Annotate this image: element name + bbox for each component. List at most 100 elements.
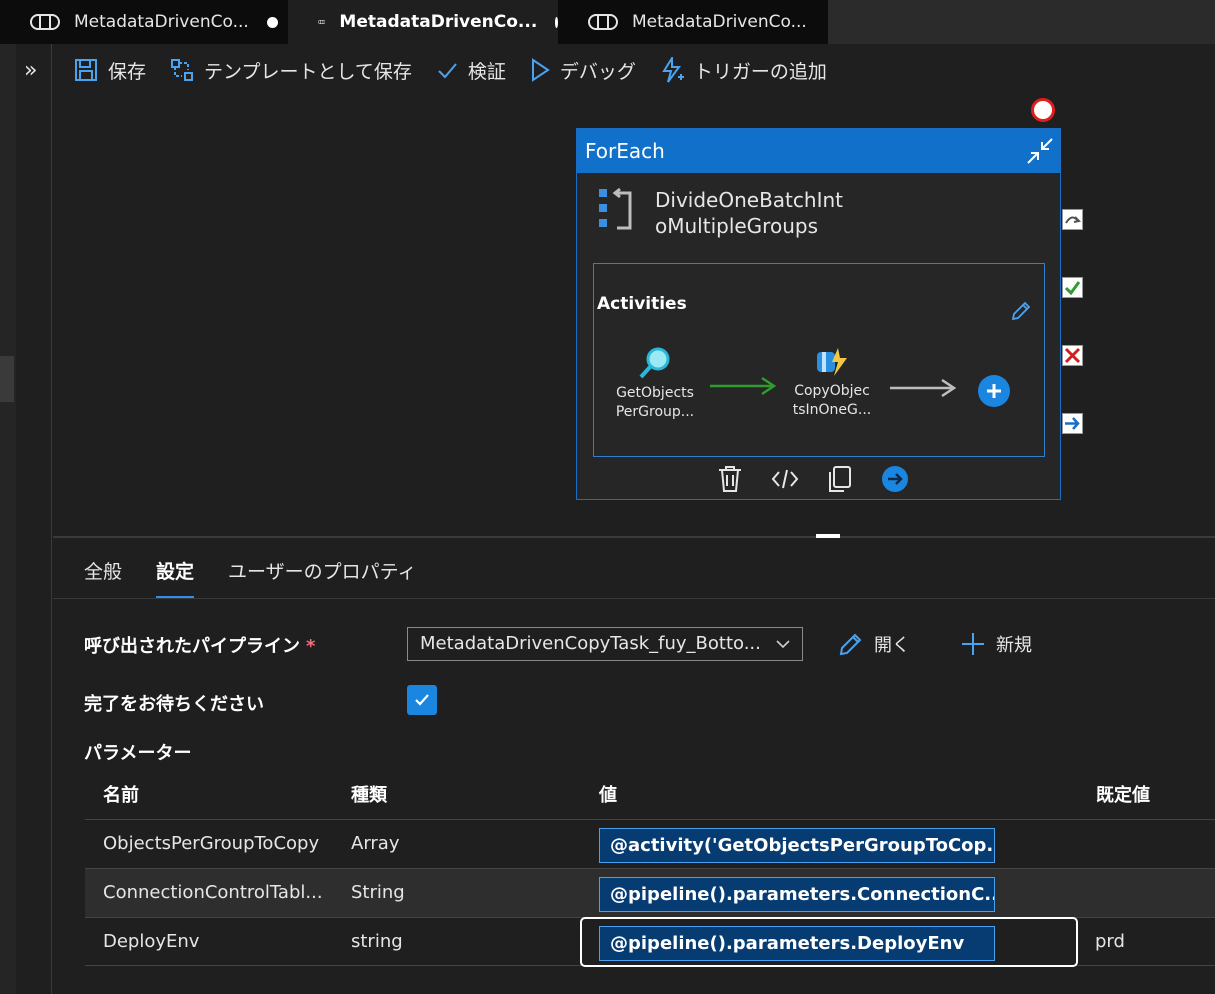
invoked-pipeline-value: MetadataDrivenCopyTask_fuy_Botto... xyxy=(420,633,761,654)
completion-port-icon[interactable] xyxy=(1062,413,1083,434)
play-icon xyxy=(531,58,550,82)
node-label-line-2: tsInOneG... xyxy=(792,402,872,418)
column-header-default: 既定値 xyxy=(1096,785,1150,806)
node-label-line-1: CopyObjec xyxy=(794,383,870,399)
column-header-name: 名前 xyxy=(103,785,139,806)
foreach-name-row: DivideOneBatchInt oMultipleGroups xyxy=(597,187,855,239)
new-pipeline-button[interactable]: 新規 xyxy=(960,631,1032,657)
delete-icon[interactable] xyxy=(717,465,743,493)
parameters-label: パラメーター xyxy=(84,743,192,764)
foreach-header: ForEach xyxy=(577,129,1060,173)
param-name: ConnectionControlTabl... xyxy=(103,882,323,903)
node-label-line-2: PerGroup... xyxy=(615,404,695,420)
required-mark: * xyxy=(306,636,316,657)
lookup-icon xyxy=(639,347,670,379)
execute-pipeline-icon xyxy=(817,348,847,376)
param-type: Array xyxy=(351,833,400,854)
success-port-icon[interactable] xyxy=(1062,277,1083,298)
param-value-input[interactable]: @activity('GetObjectsPerGroupToCop... xyxy=(599,828,995,863)
save-icon xyxy=(75,59,97,81)
pipeline-tab-1[interactable]: MetadataDrivenCo... xyxy=(0,0,288,44)
param-name: ObjectsPerGroupToCopy xyxy=(103,833,320,854)
tab-label: MetadataDrivenCo... xyxy=(339,12,538,32)
activity-actions xyxy=(717,465,937,493)
invoked-pipeline-label: 呼び出されたパイプライン * xyxy=(84,632,315,658)
activities-label: Activities xyxy=(597,294,687,314)
failure-port-icon[interactable] xyxy=(1062,345,1083,366)
code-icon[interactable] xyxy=(771,467,799,491)
activities-container[interactable]: Activities GetObjects PerGroup... CopyOb… xyxy=(593,263,1045,457)
tabs-divider xyxy=(53,598,1215,599)
invoked-pipeline-select[interactable]: MetadataDrivenCopyTask_fuy_Botto... xyxy=(407,627,803,661)
breakpoint-icon[interactable] xyxy=(1031,98,1055,122)
table-row[interactable]: ObjectsPerGroupToCopy Array @activity('G… xyxy=(85,819,1215,868)
wait-on-completion-label: 完了をお待ちください xyxy=(84,694,264,715)
add-trigger-button[interactable]: トリガーの追加 xyxy=(660,57,827,84)
template-icon xyxy=(171,59,194,81)
skip-port-icon[interactable] xyxy=(1062,209,1083,230)
open-label: 開く xyxy=(874,635,910,656)
rail-scroll-thumb[interactable] xyxy=(0,356,14,402)
execute-pipeline-node[interactable]: CopyObjec tsInOneG... xyxy=(788,346,876,420)
left-rail xyxy=(0,44,16,994)
lookup-activity-node[interactable]: GetObjects PerGroup... xyxy=(610,346,700,422)
save-as-template-label: テンプレートとして保存 xyxy=(204,60,412,83)
copy-icon[interactable] xyxy=(827,465,853,493)
debug-button[interactable]: デバッグ xyxy=(530,57,636,84)
foreach-icon xyxy=(599,187,632,230)
node-label-line-1: GetObjects xyxy=(616,385,694,401)
foreach-name-line-2: oMultipleGroups xyxy=(655,214,818,238)
tab-settings[interactable]: 設定 xyxy=(156,559,195,599)
param-default: prd xyxy=(1095,931,1125,952)
save-label: 保存 xyxy=(108,60,147,83)
add-trigger-label: トリガーの追加 xyxy=(693,60,827,83)
tab-bar: MetadataDrivenCo... MetadataDrivenCo... … xyxy=(0,0,1215,44)
foreach-activity[interactable]: ForEach DivideOneBatchInt oMultipleGroup… xyxy=(576,128,1061,500)
debug-label: デバッグ xyxy=(559,60,636,83)
wait-on-completion-checkbox[interactable] xyxy=(407,685,437,715)
pipeline-icon xyxy=(30,14,60,30)
success-arrow xyxy=(710,376,777,396)
double-chevron-right-icon: » xyxy=(24,58,38,83)
save-button[interactable]: 保存 xyxy=(74,57,146,84)
column-header-value: 値 xyxy=(599,785,617,806)
foreach-name: DivideOneBatchInt oMultipleGroups xyxy=(655,187,855,239)
table-row[interactable]: ConnectionControlTabl... String @pipelin… xyxy=(85,868,1215,917)
save-as-template-button[interactable]: テンプレートとして保存 xyxy=(170,57,412,84)
go-arrow-icon[interactable] xyxy=(881,465,909,493)
open-pipeline-button[interactable]: 開く xyxy=(838,631,910,657)
pencil-icon[interactable] xyxy=(1010,300,1032,322)
invoked-pipeline-label-text: 呼び出されたパイプライン xyxy=(84,636,300,657)
add-activity-icon[interactable] xyxy=(977,374,1011,408)
pipeline-tab-3[interactable]: MetadataDrivenCo... xyxy=(558,0,828,44)
checkmark-icon xyxy=(438,63,457,79)
validate-label: 検証 xyxy=(467,60,506,83)
tab-label: MetadataDrivenCo... xyxy=(74,12,249,32)
tab-user-properties[interactable]: ユーザーのプロパティ xyxy=(228,559,416,599)
properties-tabs: 全般 設定 ユーザーのプロパティ xyxy=(84,559,451,599)
column-header-type: 種類 xyxy=(351,785,387,806)
toolbar: 保存 テンプレートとして保存 検証 デバッグ トリガーの追加 xyxy=(52,44,1215,96)
param-type: String xyxy=(351,882,405,903)
tab-general[interactable]: 全般 xyxy=(84,559,122,599)
collapse-icon[interactable] xyxy=(1026,137,1054,165)
pipeline-icon xyxy=(318,20,326,24)
focus-ring xyxy=(580,917,1078,967)
tab-label: MetadataDrivenCo... xyxy=(632,12,807,32)
checkmark-icon xyxy=(415,694,429,706)
lightning-icon xyxy=(662,57,684,83)
chevron-down-icon xyxy=(776,640,790,649)
param-value-input[interactable]: @pipeline().parameters.ConnectionC... xyxy=(599,877,995,912)
pipeline-icon xyxy=(588,14,618,30)
param-name: DeployEnv xyxy=(103,931,200,952)
new-label: 新規 xyxy=(996,635,1032,656)
unsaved-dot-icon xyxy=(266,16,278,28)
expand-panel-button[interactable]: » xyxy=(16,44,52,994)
validate-button[interactable]: 検証 xyxy=(436,57,506,84)
foreach-name-line-1: DivideOneBatchInt xyxy=(655,188,843,212)
pipeline-tab-2[interactable]: MetadataDrivenCo... xyxy=(288,0,558,44)
next-arrow xyxy=(890,378,957,398)
pencil-icon xyxy=(839,633,862,656)
plus-icon xyxy=(962,633,984,655)
foreach-type-label: ForEach xyxy=(585,139,665,163)
